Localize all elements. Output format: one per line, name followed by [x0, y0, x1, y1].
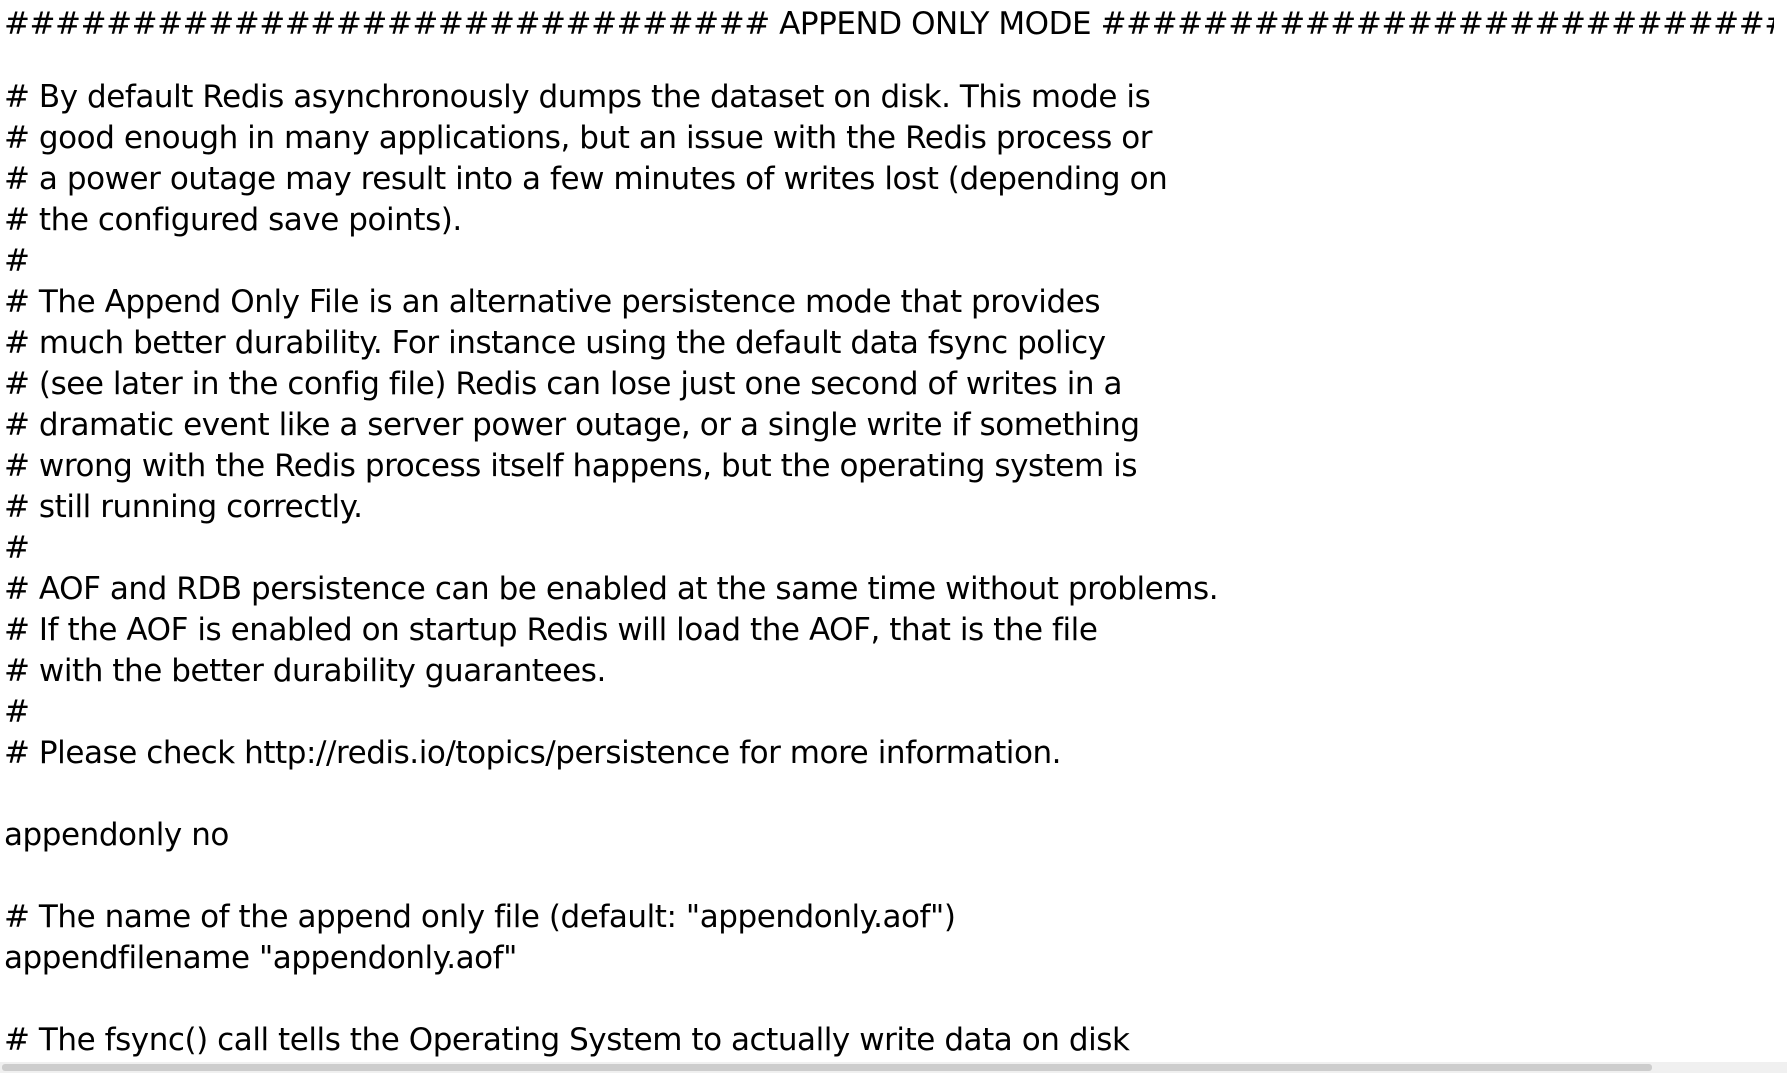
comment-line: # If the AOF is enabled on startup Redis…: [4, 612, 1098, 648]
comment-line: # The fsync() call tells the Operating S…: [4, 1022, 1130, 1058]
comment-line: # (see later in the config file) Redis c…: [4, 366, 1123, 402]
section-header-line: ############################## APPEND ON…: [4, 6, 1774, 42]
config-text-document: ############################## APPEND ON…: [4, 0, 1774, 1062]
comment-line: # dramatic event like a server power out…: [4, 407, 1140, 443]
comment-line: # much better durability. For instance u…: [4, 325, 1106, 361]
comment-line: # good enough in many applications, but …: [4, 120, 1153, 156]
directive-line-appendonly: appendonly no: [4, 817, 229, 853]
comment-line: # wrong with the Redis process itself ha…: [4, 448, 1138, 484]
comment-line: # Please check http://redis.io/topics/pe…: [4, 735, 1062, 771]
comment-line: # The Append Only File is an alternative…: [4, 284, 1101, 320]
comment-line: # AOF and RDB persistence can be enabled…: [4, 571, 1219, 607]
comment-line: # with the better durability guarantees.: [4, 653, 606, 689]
directive-line-appendfilename: appendfilename "appendonly.aof": [4, 940, 517, 976]
comment-line: #: [4, 243, 30, 279]
comment-line: #: [4, 694, 30, 730]
comment-line: # By default Redis asynchronously dumps …: [4, 79, 1151, 115]
comment-line: # The name of the append only file (defa…: [4, 899, 956, 935]
comment-line: #: [4, 530, 30, 566]
horizontal-scrollbar[interactable]: [0, 1062, 1787, 1073]
scrollbar-thumb[interactable]: [2, 1064, 1652, 1071]
comment-line: # a power outage may result into a few m…: [4, 161, 1168, 197]
comment-line: # still running correctly.: [4, 489, 363, 525]
comment-line: # the configured save points).: [4, 202, 462, 238]
